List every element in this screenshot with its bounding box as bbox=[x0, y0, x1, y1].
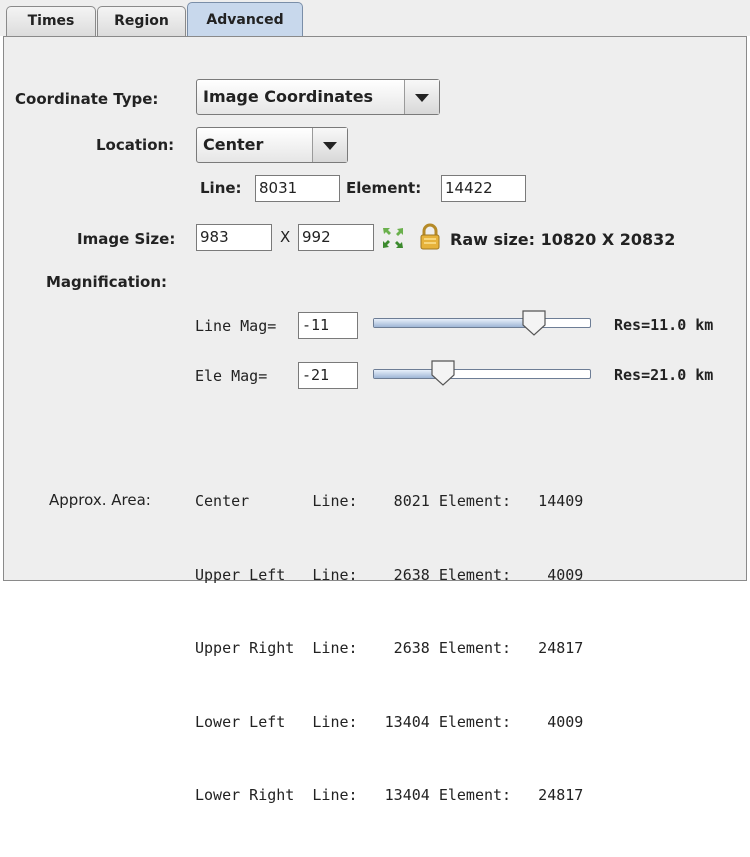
location-value: Center bbox=[203, 135, 264, 154]
image-size-separator: X bbox=[280, 228, 291, 246]
ele-mag-slider-thumb[interactable] bbox=[431, 360, 455, 386]
lock-icon[interactable] bbox=[418, 223, 442, 251]
expand-icon[interactable] bbox=[380, 225, 406, 251]
coordinate-type-dropdown[interactable]: Image Coordinates bbox=[196, 79, 440, 115]
magnification-label: Magnification: bbox=[46, 273, 168, 291]
approx-area-row: Lower Left Line: 13404 Element: 4009 bbox=[195, 712, 584, 731]
element-field[interactable]: 14422 bbox=[441, 175, 526, 202]
chevron-down-icon[interactable] bbox=[404, 80, 439, 114]
element-label: Element: bbox=[346, 179, 422, 197]
ele-mag-label: Ele Mag= bbox=[195, 367, 268, 385]
line-mag-field[interactable]: -11 bbox=[298, 312, 358, 339]
ele-mag-field[interactable]: -21 bbox=[298, 362, 358, 389]
approx-area-row: Upper Right Line: 2638 Element: 24817 bbox=[195, 639, 584, 657]
tab-bar: Times Region Advanced bbox=[0, 0, 750, 36]
line-mag-slider-thumb[interactable] bbox=[522, 310, 546, 336]
raw-size-label: Raw size: 10820 X 20832 bbox=[450, 230, 676, 249]
tab-times[interactable]: Times bbox=[6, 6, 96, 36]
approx-area-row: Upper Left Line: 2638 Element: 4009 bbox=[195, 565, 584, 584]
image-height-field[interactable]: 992 bbox=[298, 224, 374, 251]
chevron-down-icon[interactable] bbox=[312, 128, 347, 162]
line-field[interactable]: 8031 bbox=[255, 175, 340, 202]
approx-area-label: Approx. Area: bbox=[49, 491, 151, 509]
tab-region[interactable]: Region bbox=[97, 6, 186, 36]
location-dropdown[interactable]: Center bbox=[196, 127, 348, 163]
location-label: Location: bbox=[96, 136, 175, 154]
approx-area-row: Center Line: 8021 Element: 14409 bbox=[195, 492, 584, 510]
line-label: Line: bbox=[200, 179, 242, 197]
ele-mag-slider[interactable] bbox=[373, 369, 591, 379]
coordinate-type-value: Image Coordinates bbox=[203, 87, 374, 106]
line-mag-slider-fill bbox=[374, 319, 536, 327]
line-mag-slider[interactable] bbox=[373, 318, 591, 328]
coordinate-type-label: Coordinate Type: bbox=[15, 90, 159, 108]
image-width-field[interactable]: 983 bbox=[196, 224, 272, 251]
approx-area-table: Center Line: 8021 Element: 14409 Upper L… bbox=[195, 440, 583, 857]
approx-area-row: Lower Right Line: 13404 Element: 24817 bbox=[195, 786, 584, 804]
tab-advanced[interactable]: Advanced bbox=[187, 2, 303, 36]
advanced-panel: Coordinate Type: Image Coordinates Locat… bbox=[3, 36, 747, 804]
line-res-label: Res=11.0 km bbox=[614, 316, 714, 334]
ele-res-label: Res=21.0 km bbox=[614, 366, 714, 384]
line-mag-label: Line Mag= bbox=[195, 317, 277, 335]
image-size-label: Image Size: bbox=[77, 230, 176, 248]
